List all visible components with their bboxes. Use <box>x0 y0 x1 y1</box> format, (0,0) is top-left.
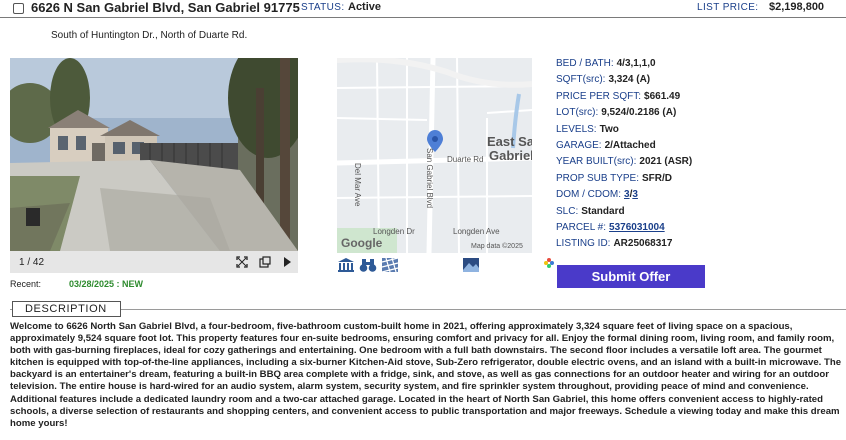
levels-label: LEVELS: <box>556 123 597 135</box>
list-price-label: LIST PRICE: <box>697 2 759 13</box>
detail-prop-sub-type: PROP SUB TYPE: SFR/D <box>556 173 672 187</box>
listing-photo[interactable] <box>10 58 298 251</box>
color-wheel-icon[interactable] <box>544 258 554 268</box>
bed-bath-value: 4/3,1,1,0 <box>616 58 656 69</box>
sqft-value: 3,324 (A) <box>608 74 651 86</box>
description-text: Welcome to 6626 North San Gabriel Blvd, … <box>10 321 842 429</box>
detail-price-per-sqft: PRICE PER SQFT: $661.49 <box>556 91 680 105</box>
price-per-sqft-label: PRICE PER SQFT: <box>556 90 642 102</box>
sqft-label: SQFT(src): <box>556 74 606 86</box>
slc-label: SLC: <box>556 205 579 217</box>
listing-id-label: LISTING ID: <box>556 238 611 250</box>
levels-value: Two <box>599 123 619 135</box>
map-city-label-1: East San <box>487 134 532 149</box>
year-built-value: 2021 (ASR) <box>639 156 693 168</box>
google-logo: Google <box>341 236 383 250</box>
detail-bed-bath: BED / BATH: 4/3,1,1,0 <box>556 58 656 72</box>
recent-value: 03/28/2025 : NEW <box>69 279 144 289</box>
photo-controls-bar: 1 / 42 <box>10 251 298 273</box>
location-map[interactable]: East San Gabriel Duarte Rd Del Mar Ave S… <box>337 58 532 253</box>
satellite-icon[interactable] <box>381 257 399 273</box>
detail-levels: LEVELS: Two <box>556 124 619 138</box>
listing-address: 6626 N San Gabriel Blvd, San Gabriel 917… <box>31 0 300 15</box>
next-icon[interactable] <box>280 255 294 269</box>
prop-sub-type-label: PROP SUB TYPE: <box>556 172 639 184</box>
bed-bath-label: BED / BATH: <box>556 58 614 69</box>
submit-offer-button[interactable]: Submit Offer <box>557 265 705 288</box>
lot-value: 9,524/0.2186 (A) <box>601 107 677 119</box>
cdom-link[interactable]: 3 <box>632 189 638 200</box>
copy-icon[interactable] <box>258 255 272 269</box>
photo-counter: 1 / 42 <box>19 257 45 268</box>
detail-year-built: YEAR BUILT(src): 2021 (ASR) <box>556 156 692 170</box>
bank-icon[interactable] <box>337 257 355 273</box>
detail-parcel: PARCEL #: 5376031004 <box>556 222 665 236</box>
list-price-value: $2,198,800 <box>769 1 825 13</box>
description-title: DESCRIPTION <box>25 303 107 315</box>
map-attribution: Map data ©2025 <box>471 242 523 250</box>
description-divider <box>10 309 846 310</box>
map-street-duarte: Duarte Rd <box>447 155 483 164</box>
description-tab: DESCRIPTION <box>12 301 121 317</box>
expand-icon[interactable] <box>235 255 249 269</box>
detail-listing-id: LISTING ID: AR25068317 <box>556 238 672 252</box>
listing-header: 6626 N San Gabriel Blvd, San Gabriel 917… <box>0 0 846 18</box>
parcel-link[interactable]: 5376031004 <box>609 222 665 233</box>
recent-label: Recent: <box>10 279 42 289</box>
streetview-icon[interactable] <box>462 257 480 273</box>
map-street-longden-ave: Longden Ave <box>453 227 500 236</box>
slc-value: Standard <box>581 205 625 217</box>
prop-sub-type-value: SFR/D <box>642 172 672 184</box>
select-listing-checkbox[interactable] <box>13 3 24 14</box>
status-value: Active <box>348 1 382 13</box>
detail-lot: LOT(src): 9,524/0.2186 (A) <box>556 107 676 121</box>
map-street-longden-dr: Longden Dr <box>373 227 415 236</box>
detail-dom-cdom: DOM / CDOM: 3/3 <box>556 189 638 203</box>
dom-cdom-label: DOM / CDOM: <box>556 189 621 201</box>
map-street-del-mar: Del Mar Ave <box>353 163 362 207</box>
garage-label: GARAGE: <box>556 140 602 151</box>
status-label: STATUS: <box>301 2 345 13</box>
price-per-sqft-value: $661.49 <box>644 90 681 102</box>
map-city-label-2: Gabriel <box>489 148 532 163</box>
listing-id-value: AR25068317 <box>613 238 673 250</box>
parcel-label: PARCEL #: <box>556 222 607 233</box>
detail-sqft: SQFT(src): 3,324 (A) <box>556 74 650 88</box>
detail-slc: SLC: Standard <box>556 206 625 220</box>
map-street-san-gabriel: San Gabriel Blvd <box>425 148 434 208</box>
binoculars-icon[interactable] <box>359 257 377 273</box>
year-built-label: YEAR BUILT(src): <box>556 156 637 168</box>
detail-garage: GARAGE: 2/Attached <box>556 140 656 154</box>
garage-value: 2/Attached <box>604 140 656 151</box>
directions-text: South of Huntington Dr., North of Duarte… <box>51 30 248 41</box>
lot-label: LOT(src): <box>556 107 599 119</box>
